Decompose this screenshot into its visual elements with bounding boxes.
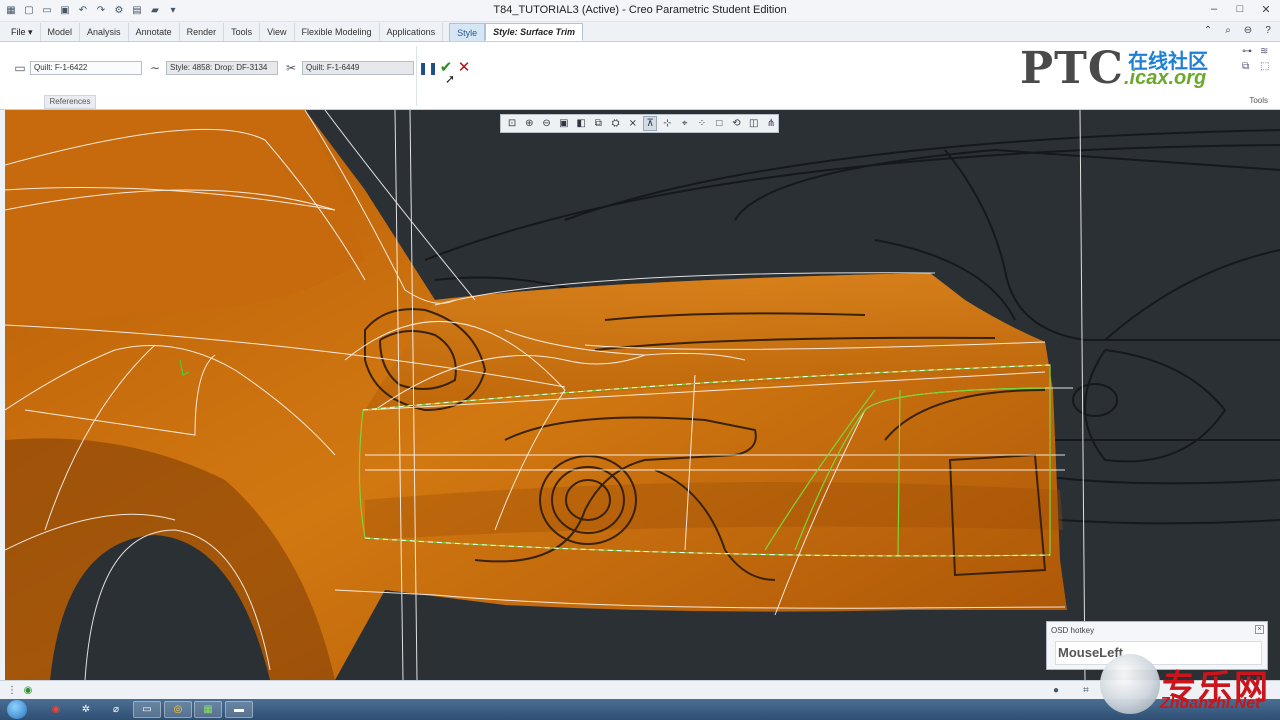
ptc-logo: PTC	[1020, 43, 1124, 94]
status-slider-icon[interactable]: ●	[1050, 684, 1062, 696]
refit-icon[interactable]: ⊡	[505, 116, 519, 131]
zoom-in-icon[interactable]: ⊕	[522, 116, 536, 131]
display-style-icon[interactable]: ◧	[574, 116, 588, 131]
perspective-icon[interactable]: ⨯	[626, 116, 640, 131]
community-site-logo: .icax.org	[1124, 67, 1207, 89]
search-icon[interactable]: ⌕	[1222, 24, 1234, 36]
tab-tools[interactable]: Tools	[224, 23, 261, 41]
zoom-out-icon[interactable]: ⊖	[540, 116, 554, 131]
tab-flexible-modeling[interactable]: Flexible Modeling	[295, 23, 380, 41]
graphics-toolbar: ⊡ ⊕ ⊖ ▣ ◧ ⧉ ⛭ ⨯ ⊼ ⊹ ⌖ ⁘ □ ⟲ ◫ ⋔	[500, 114, 779, 133]
tab-style[interactable]: Style	[449, 23, 486, 41]
point-display-icon[interactable]: ⁘	[695, 116, 709, 131]
ribbon-right-icons: ⌃ ⌕ ⊖ ?	[1202, 24, 1274, 36]
taskbar-folder-icon[interactable]: ▬	[225, 701, 253, 718]
minimize-icon[interactable]: –	[1208, 2, 1220, 16]
axis-display-icon[interactable]: ⌖	[678, 116, 692, 131]
mouse-cursor-icon: ➚	[444, 72, 456, 86]
tools-group-label: Tools	[1249, 96, 1268, 105]
quilt-collector-field[interactable]: Quilt: F-1-6422	[30, 61, 142, 75]
tool-b-icon[interactable]: ≋	[1260, 46, 1274, 57]
window-title: T84_TUTORIAL3 (Active) - Creo Parametric…	[493, 4, 787, 16]
status-bar: ⋮ ◉ ● ⌗	[0, 680, 1280, 699]
taskbar-app-2-icon[interactable]: ✲	[72, 701, 100, 718]
browser-toggle-icon[interactable]: ◉	[22, 684, 34, 696]
ribbon-tabs: File ▾ Model Analysis Annotate Render To…	[0, 22, 1280, 42]
car-model-graphics[interactable]	[5, 110, 1280, 680]
trim-quilt-field[interactable]: Quilt: F-1-6449	[302, 61, 414, 75]
help-icon[interactable]: ?	[1262, 24, 1274, 36]
start-button[interactable]	[7, 700, 27, 719]
tab-applications[interactable]: Applications	[380, 23, 444, 41]
curve-collector-field[interactable]: Style: 4858: Drop: DF-3134	[166, 61, 278, 75]
tool-c-icon[interactable]: ⧉	[1242, 61, 1256, 72]
pause-icon[interactable]: ❚❚	[418, 60, 438, 76]
osd-close-icon[interactable]: ×	[1255, 625, 1264, 634]
selection-filter-icon[interactable]: ⌗	[1080, 684, 1092, 696]
maximize-icon[interactable]: □	[1234, 2, 1246, 16]
plane-display-icon[interactable]: ⊹	[660, 116, 674, 131]
tab-style-surface-trim[interactable]: Style: Surface Trim	[485, 23, 583, 41]
os-taskbar: ◉ ✲ ⌀ ▭ ◎ ▦ ▬	[0, 699, 1280, 720]
tab-view[interactable]: View	[260, 23, 295, 41]
ribbon-panel: ▭ Quilt: F-1-6422 ∼ Style: 4858: Drop: D…	[0, 42, 1280, 110]
tab-model[interactable]: Model	[41, 23, 81, 41]
graphics-viewport[interactable]	[0, 110, 1280, 680]
tool-d-icon[interactable]: ⬚	[1260, 61, 1274, 72]
spin-center-icon[interactable]: ◫	[747, 116, 761, 131]
taskbar-explorer-icon[interactable]: ▭	[133, 701, 161, 718]
tab-render[interactable]: Render	[180, 23, 225, 41]
tab-file[interactable]: File ▾	[4, 23, 41, 41]
watermark-url: Zhuanzhi.Net	[1160, 695, 1261, 712]
view-manager-icon[interactable]: ⛭	[609, 116, 623, 131]
tab-annotate[interactable]: Annotate	[129, 23, 180, 41]
repaint-icon[interactable]: ▣	[557, 116, 571, 131]
curve-icon[interactable]: ∼	[147, 60, 163, 76]
tab-analysis[interactable]: Analysis	[80, 23, 129, 41]
trim-scissors-icon[interactable]: ✂	[283, 60, 299, 76]
ribbon-separator	[416, 46, 417, 106]
watermark-logo-ball	[1100, 654, 1160, 714]
collapse-ribbon-icon[interactable]: ⌃	[1202, 24, 1214, 36]
settings-icon[interactable]: ⊖	[1242, 24, 1254, 36]
title-bar: ▦ ▢ ▭ ▣ ↶ ↷ ⚙ ▤ ▰ ▾ T84_TUTORIAL3 (Activ…	[0, 0, 1280, 22]
creo-app-window: ▦ ▢ ▭ ▣ ↶ ↷ ⚙ ▤ ▰ ▾ T84_TUTORIAL3 (Activ…	[0, 0, 1280, 720]
grid-display-icon[interactable]: ⋔	[764, 116, 778, 131]
taskbar-creo-icon[interactable]: ▦	[194, 701, 222, 718]
datum-display-icon[interactable]: ⊼	[643, 116, 658, 131]
saved-views-icon[interactable]: ⧉	[591, 116, 605, 131]
window-controls: – □ ✕	[1208, 2, 1272, 16]
taskbar-browser-icon[interactable]: ◎	[164, 701, 192, 718]
close-icon[interactable]: ✕	[1260, 2, 1272, 16]
taskbar-app-1-icon[interactable]: ◉	[42, 701, 70, 718]
taskbar-app-3-icon[interactable]: ⌀	[102, 701, 130, 718]
model-tree-toggle-icon[interactable]: ⋮	[6, 684, 18, 696]
csys-display-icon[interactable]: □	[712, 116, 726, 131]
references-tab[interactable]: References	[44, 95, 96, 109]
tool-a-icon[interactable]: ⊶	[1242, 46, 1256, 57]
cancel-x-icon[interactable]: ✕	[456, 59, 472, 76]
annotation-display-icon[interactable]: ⟲	[729, 116, 743, 131]
quilt-select-icon[interactable]: ▭	[12, 60, 28, 76]
right-tools-group: ⊶ ≋ ⧉ ⬚	[1242, 46, 1272, 72]
osd-title: OSD hotkey	[1051, 626, 1095, 635]
